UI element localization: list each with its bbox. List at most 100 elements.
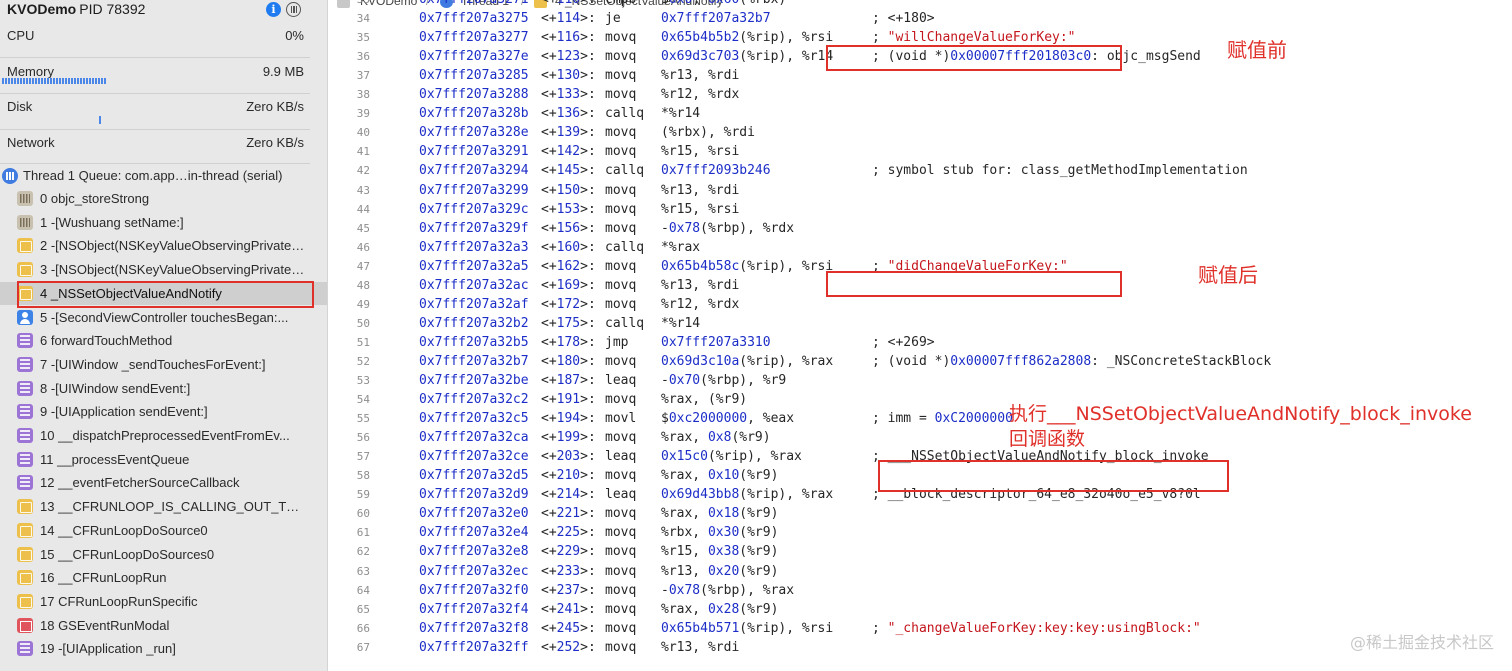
- disassembly-line[interactable]: 67 0x7fff207a32ff <+252>: movq %r13, %rdi: [329, 638, 1512, 657]
- disk-value: Zero KB/s: [246, 99, 304, 114]
- stack-frame-row[interactable]: 13 __CFRUNLOOP_IS_CALLING_OUT_TO...: [0, 495, 327, 518]
- instruction-offset: <+136>:: [541, 106, 596, 122]
- instruction-address: 0x7fff207a32b2: [419, 315, 529, 331]
- memory-usage-bar: [2, 78, 107, 84]
- disassembly-line[interactable]: 65 0x7fff207a32f4 <+241>: movq %rax, 0x28(%r…: [329, 600, 1512, 619]
- instruction-mnemonic: movl: [605, 411, 637, 427]
- disassembly-line[interactable]: 46 0x7fff207a32a3 <+160>: callq *%rax: [329, 238, 1512, 257]
- disassembly-line[interactable]: 62 0x7fff207a32e8 <+229>: movq %r15, 0x38(%r…: [329, 542, 1512, 561]
- stack-frame-label: 6 forwardTouchMethod: [40, 333, 173, 349]
- instruction-operands: 0x65b4b58c(%rip), %rsi: [661, 258, 834, 274]
- instruction-mnemonic: callq: [605, 106, 645, 122]
- stack-frame-row[interactable]: 15 __CFRunLoopDoSources0: [0, 543, 327, 566]
- memory-gauge[interactable]: Memory 9.9 MB: [0, 58, 310, 94]
- threads-icon[interactable]: [286, 2, 301, 17]
- disassembly-line[interactable]: 60 0x7fff207a32e0 <+221>: movq %rax, 0x18(%r…: [329, 504, 1512, 523]
- annotation-after-assign: 赋值后: [1198, 263, 1258, 287]
- instruction-mnemonic: movq: [605, 353, 637, 369]
- instruction-comment: ; <+180>: [872, 11, 935, 27]
- instruction-mnemonic: movq: [605, 258, 637, 274]
- instruction-offset: <+110>:: [541, 0, 596, 9]
- instruction-address: 0x7fff207a32af: [419, 296, 529, 312]
- instruction-operands: 0x69d3c703(%rip), %r14: [661, 49, 834, 65]
- instruction-mnemonic: leaq: [605, 487, 637, 503]
- disassembly-line[interactable]: 66 0x7fff207a32f8 <+245>: movq 0x65b4b571(%r…: [329, 619, 1512, 638]
- stack-frame-row[interactable]: 9 -[UIApplication sendEvent:]: [0, 400, 327, 423]
- disassembly-line[interactable]: 61 0x7fff207a32e4 <+225>: movq %rbx, 0x30(%r…: [329, 523, 1512, 542]
- instruction-operands: %r13, %rdi: [661, 639, 740, 655]
- disassembly-line[interactable]: 51 0x7fff207a32b5 <+178>: jmp 0x7fff207a3310…: [329, 333, 1512, 352]
- disassembly-line[interactable]: 53 0x7fff207a32be <+187>: leaq -0x70(%rbp), …: [329, 371, 1512, 390]
- system-frame-icon: [17, 404, 33, 420]
- instruction-offset: <+214>:: [541, 487, 596, 503]
- stack-frame-row[interactable]: 16 __CFRunLoopRun: [0, 566, 327, 589]
- disassembly-line[interactable]: 45 0x7fff207a329f <+156>: movq -0x78(%rbp), …: [329, 219, 1512, 238]
- disassembly-line[interactable]: 44 0x7fff207a329c <+153>: movq %r15, %rsi: [329, 200, 1512, 219]
- disassembly-line[interactable]: 43 0x7fff207a3299 <+150>: movq %r13, %rdi: [329, 181, 1512, 200]
- disk-gauge[interactable]: Disk Zero KB/s: [0, 94, 310, 130]
- thread-row[interactable]: Thread 1 Queue: com.app…in-thread (seria…: [0, 166, 327, 186]
- annotation-block-invoke: 执行___NSSetObjectValueAndNotify_block_inv…: [1009, 403, 1472, 425]
- stack-frame-row[interactable]: 7 -[UIWindow _sendTouchesForEvent:]: [0, 353, 327, 376]
- disassembly-line[interactable]: 34 0x7fff207a3275 <+114>: je 0x7fff207a32b7;…: [329, 9, 1512, 28]
- disassembly-line[interactable]: 64 0x7fff207a32f0 <+237>: movq -0x78(%rbp), …: [329, 581, 1512, 600]
- instruction-operands: $0xc2000000, %eax: [661, 411, 795, 427]
- disassembly-line[interactable]: 52 0x7fff207a32b7 <+180>: movq 0x69d3c10a(%r…: [329, 352, 1512, 371]
- line-number: 44: [356, 202, 370, 216]
- stack-frame-label: 11 __processEventQueue: [40, 451, 190, 467]
- instruction-mnemonic: movq: [605, 601, 637, 617]
- stack-frame-row[interactable]: 10 __dispatchPreprocessedEventFromEv...: [0, 424, 327, 447]
- stack-frame-row[interactable]: 14 __CFRunLoopDoSource0: [0, 519, 327, 542]
- disassembly-line[interactable]: 50 0x7fff207a32b2 <+175>: callq *%r14: [329, 314, 1512, 333]
- stack-frame-row[interactable]: 11 __processEventQueue: [0, 448, 327, 471]
- disassembly-line[interactable]: 40 0x7fff207a328e <+139>: movq (%rbx), %rdi: [329, 123, 1512, 142]
- stack-frame-row[interactable]: 17 CFRunLoopRunSpecific: [0, 590, 327, 613]
- disassembly-line[interactable]: 63 0x7fff207a32ec <+233>: movq %r13, 0x20(%r…: [329, 562, 1512, 581]
- instruction-operands: *%rax: [661, 239, 701, 255]
- stack-frame-row[interactable]: 18 GSEventRunModal: [0, 614, 327, 637]
- stack-frame-row[interactable]: 2 -[NSObject(NSKeyValueObservingPrivate)…: [0, 234, 327, 257]
- instruction-offset: <+194>:: [541, 411, 596, 427]
- line-number: 45: [356, 221, 370, 235]
- instruction-mnemonic: movq: [605, 506, 637, 522]
- instruction-mnemonic: movq: [605, 68, 637, 84]
- stack-frame-row[interactable]: 5 -[SecondViewController touchesBegan:..…: [0, 306, 327, 329]
- stack-frame-row[interactable]: 0 objc_storeStrong: [0, 187, 327, 210]
- instruction-operands: *%r14: [661, 315, 701, 331]
- info-icon[interactable]: i: [266, 2, 281, 17]
- stack-frame-row[interactable]: 1 -[Wushuang setName:]: [0, 211, 327, 234]
- stack-frame-row[interactable]: 8 -[UIWindow sendEvent:]: [0, 377, 327, 400]
- disassembly-line[interactable]: 41 0x7fff207a3291 <+142>: movq %r15, %rsi: [329, 142, 1512, 161]
- instruction-comment: ; symbol stub for: class_getMethodImplem…: [872, 163, 1248, 179]
- disassembly-view[interactable]: 33 0x7fff207a3271 <+110>: cmpb $0x0, 0x60(%r…: [329, 0, 1512, 671]
- instruction-offset: <+178>:: [541, 334, 596, 350]
- instruction-address: 0x7fff207a32ff: [419, 639, 529, 655]
- instruction-operands: -0x78(%rbp), %rdx: [661, 220, 795, 236]
- disassembly-line[interactable]: 39 0x7fff207a328b <+136>: callq *%r14: [329, 104, 1512, 123]
- stack-frame-row[interactable]: 6 forwardTouchMethod: [0, 329, 327, 352]
- instruction-offset: <+180>:: [541, 353, 596, 369]
- stack-frame-label: 1 -[Wushuang setName:]: [40, 214, 184, 230]
- stack-frame-label: 14 __CFRunLoopDoSource0: [40, 522, 208, 538]
- instruction-offset: <+150>:: [541, 182, 596, 198]
- instruction-address: 0x7fff207a32d5: [419, 468, 529, 484]
- instruction-operands: %rax, 0x8(%r9): [661, 430, 771, 446]
- stack-frame-row[interactable]: 19 -[UIApplication _run]: [0, 637, 327, 660]
- instruction-address: 0x7fff207a3275: [419, 11, 529, 27]
- network-gauge[interactable]: Network Zero KB/s: [0, 130, 310, 164]
- instruction-mnemonic: leaq: [605, 373, 637, 388]
- disassembly-line[interactable]: 38 0x7fff207a3288 <+133>: movq %r12, %rdx: [329, 85, 1512, 104]
- instruction-offset: <+116>:: [541, 30, 596, 46]
- line-number: 34: [356, 12, 370, 26]
- disassembly-line[interactable]: 42 0x7fff207a3294 <+145>: callq 0x7fff2093b2…: [329, 161, 1512, 180]
- stack-frame-row[interactable]: 12 __eventFetcherSourceCallback: [0, 471, 327, 494]
- disassembly-line[interactable]: 33 0x7fff207a3271 <+110>: cmpb $0x0, 0x60(%r…: [329, 0, 1512, 9]
- line-number: 61: [356, 526, 370, 540]
- instruction-offset: <+172>:: [541, 296, 596, 312]
- disassembly-line[interactable]: 56 0x7fff207a32ca <+199>: movq %rax, 0x8(%r9…: [329, 428, 1512, 447]
- stack-frame-row[interactable]: 3 -[NSObject(NSKeyValueObservingPrivate)…: [0, 258, 327, 281]
- instruction-operands: (%rbx), %rdi: [661, 125, 755, 141]
- network-label: Network: [7, 135, 55, 150]
- cpu-gauge[interactable]: CPU 0%: [0, 22, 310, 58]
- disassembly-line[interactable]: 49 0x7fff207a32af <+172>: movq %r12, %rdx: [329, 295, 1512, 314]
